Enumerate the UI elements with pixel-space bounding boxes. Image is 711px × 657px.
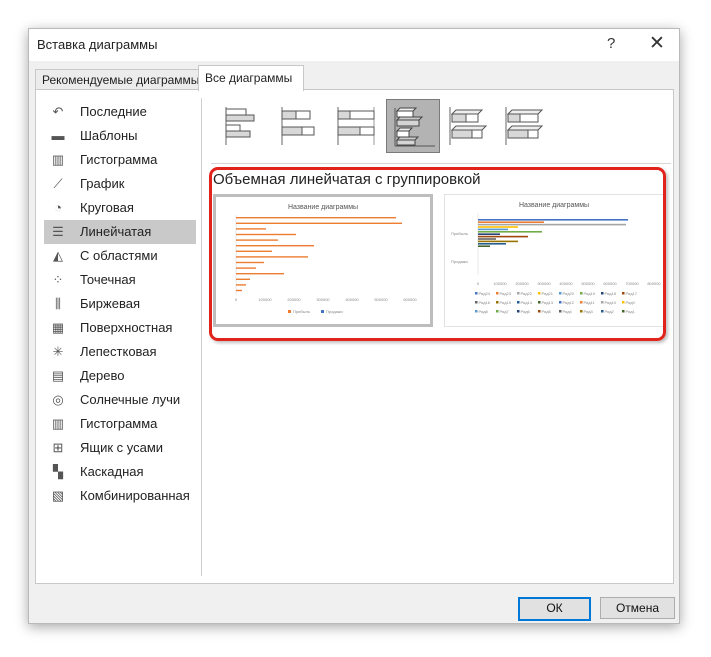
help-button[interactable]: ? (607, 35, 615, 52)
sidebar-item[interactable]: ▧ Комбинированная (44, 484, 196, 508)
stacked-100-bar-icon (337, 107, 375, 145)
sidebar-item[interactable]: ◔ Круговая (44, 196, 196, 220)
sidebar-item[interactable]: ▚ Каскадная (44, 460, 196, 484)
sidebar-item[interactable]: ☰ Линейчатая (44, 220, 196, 244)
3d-stacked-100-bar-icon (505, 107, 544, 145)
pie-chart-icon: ◔ (54, 200, 62, 215)
sidebar-item[interactable]: ▥ Гистограмма (44, 412, 196, 436)
sidebar-item-label: Последние (80, 104, 147, 119)
sidebar-item[interactable]: ▦ Поверхностная (44, 316, 196, 340)
title-bar: Вставка диаграммы ? ✕ (29, 29, 679, 61)
sidebar-item-label: Дерево (80, 368, 125, 383)
waterfall-icon: ▚ (53, 464, 63, 479)
3d-stacked-bar-icon (449, 107, 488, 145)
sidebar-item-label: Поверхностная (80, 320, 173, 335)
sidebar-item-label: График (80, 176, 125, 191)
3d-clustered-bar-button[interactable] (386, 99, 440, 153)
3d-stacked-bar-button[interactable] (442, 99, 496, 153)
undo-arrow-icon: ↶ (52, 104, 64, 119)
sidebar-item-label: Гистограмма (80, 152, 158, 167)
sidebar-item[interactable]: ✳ Лепестковая (44, 340, 196, 364)
insert-chart-dialog: Вставка диаграммы ? ✕ Рекомендуемые диаг… (28, 28, 680, 624)
tab-all-charts[interactable]: Все диаграммы (198, 65, 304, 91)
sidebar-item[interactable]: ▥ Гистограмма (44, 148, 196, 172)
surface-chart-icon: ▦ (51, 320, 65, 335)
chart-category-list: ↶ Последние ▬ Шаблоны ▥ Гистограмма ⟋ График ◔ Кр… (44, 100, 196, 508)
highlight-box (209, 167, 666, 341)
treemap-icon: ▤ (51, 368, 65, 383)
sidebar-item[interactable]: ▬ Шаблоны (44, 124, 196, 148)
sidebar-item[interactable]: ⫼ Биржевая (44, 292, 196, 316)
bar-chart-icon: ☰ (52, 224, 64, 239)
sidebar-item-label: Солнечные лучи (80, 392, 181, 407)
sidebar-item[interactable]: ▤ Дерево (44, 364, 196, 388)
sidebar-item-label: Каскадная (80, 464, 144, 479)
sidebar-item-label: Биржевая (80, 296, 140, 311)
combo-chart-icon: ▧ (51, 488, 65, 503)
sidebar-item[interactable]: ⁘ Точечная (44, 268, 196, 292)
3d-clustered-bar-icon (394, 107, 435, 147)
sidebar-item-label: Точечная (80, 272, 136, 287)
area-chart-icon: ◭ (53, 248, 63, 263)
stacked-bar-button[interactable] (274, 99, 328, 153)
sidebar-item[interactable]: ◭ С областями (44, 244, 196, 268)
histogram-icon: ▥ (51, 416, 65, 431)
tab-recommended-charts[interactable]: Рекомендуемые диаграммы (35, 69, 201, 90)
sidebar-item-label: Комбинированная (80, 488, 190, 503)
stacked-bar-icon (281, 107, 315, 145)
sidebar-item[interactable]: ↶ Последние (44, 100, 196, 124)
folder-icon: ▬ (51, 128, 65, 143)
stacked-100-bar-button[interactable] (330, 99, 384, 153)
sidebar-item-label: С областями (80, 248, 158, 263)
divider (211, 163, 671, 164)
divider (201, 98, 202, 576)
ok-button[interactable]: ОК (518, 597, 591, 621)
3d-stacked-100-bar-button[interactable] (498, 99, 552, 153)
clustered-bar-button[interactable] (218, 99, 272, 153)
sunburst-icon: ◎ (52, 392, 64, 407)
column-chart-icon: ▥ (51, 152, 65, 167)
sidebar-item[interactable]: ⟋ График (44, 172, 196, 196)
sidebar-item-label: Круговая (80, 200, 134, 215)
stock-chart-icon: ⫼ (55, 296, 61, 311)
sidebar-item-label: Ящик с усами (80, 440, 164, 455)
radar-chart-icon: ✳ (52, 344, 64, 359)
sidebar-item-label: Лепестковая (80, 344, 157, 359)
sidebar-item-label: Шаблоны (80, 128, 138, 143)
sidebar-item[interactable]: ◎ Солнечные лучи (44, 388, 196, 412)
cancel-button[interactable]: Отмена (600, 597, 675, 619)
scatter-chart-icon: ⁘ (52, 272, 64, 287)
sidebar-item-label: Гистограмма (80, 416, 158, 431)
box-whisker-icon: ⊞ (52, 440, 64, 455)
all-charts-panel: ↶ Последние ▬ Шаблоны ▥ Гистограмма ⟋ График ◔ Кр… (35, 89, 674, 584)
close-button[interactable]: ✕ (649, 32, 665, 55)
sidebar-item[interactable]: ⊞ Ящик с усами (44, 436, 196, 460)
clustered-bar-icon (225, 107, 255, 145)
dialog-title: Вставка диаграммы (37, 37, 158, 52)
line-chart-icon: ⟋ (53, 176, 63, 191)
sidebar-item-label: Линейчатая (80, 224, 152, 239)
